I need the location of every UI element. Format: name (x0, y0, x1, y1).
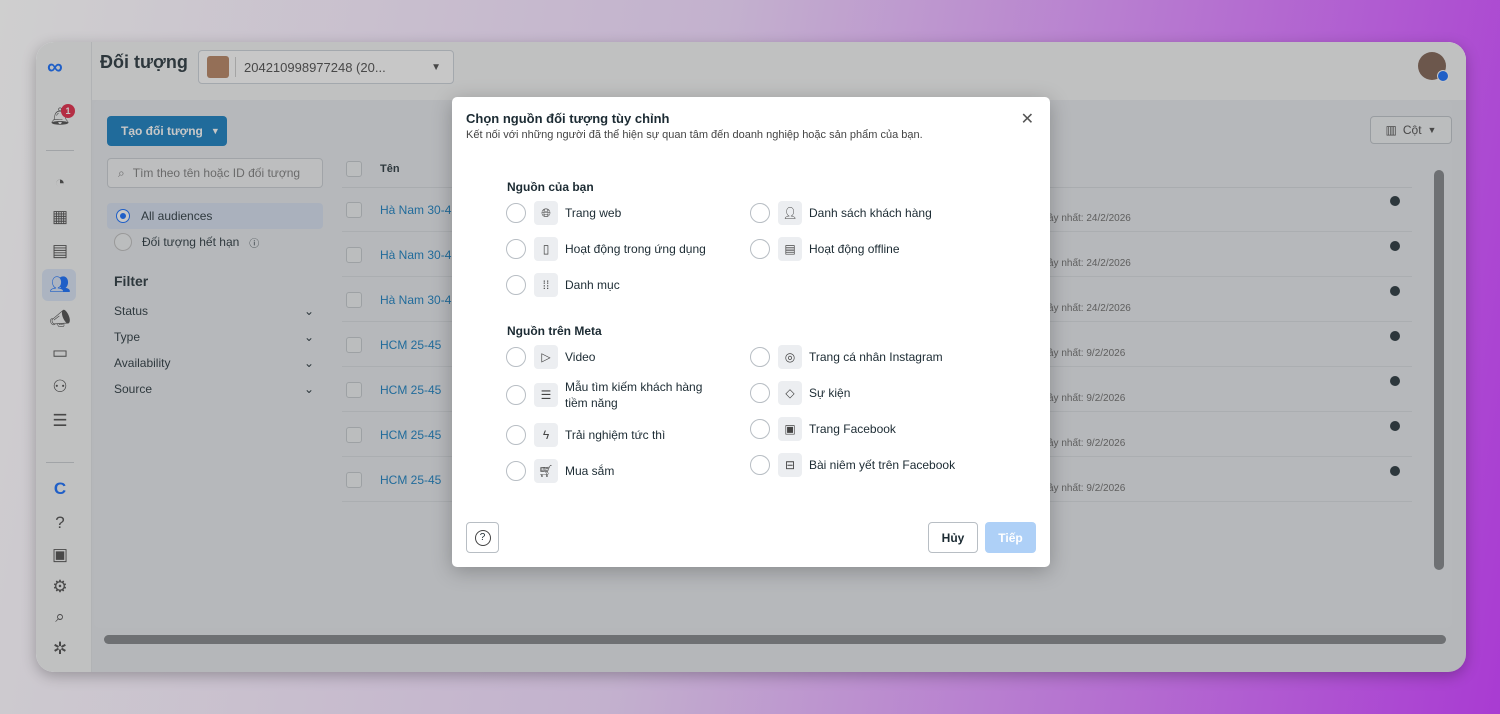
mobile-app-icon: ▯ (534, 237, 558, 261)
option-label: Hoạt động offline (809, 242, 900, 256)
radio-button[interactable] (750, 239, 770, 259)
source-option-shopping[interactable]: 🛒︎ Mua sắm (506, 459, 614, 483)
marketplace-icon: ⊟ (778, 453, 802, 477)
source-option-offline-activity[interactable]: ▤ Hoạt động offline (750, 237, 900, 261)
radio-button[interactable] (506, 347, 526, 367)
source-option-lead-form[interactable]: ☰ Mẫu tìm kiếm khách hàng tiềm năng (506, 379, 715, 411)
radio-button[interactable] (506, 203, 526, 223)
store-icon: ▤ (778, 237, 802, 261)
option-label: Video (565, 350, 596, 364)
play-icon: ▷ (534, 345, 558, 369)
help-button[interactable]: ? (466, 522, 499, 553)
source-option-catalog[interactable]: ⁞⁞ Danh mục (506, 273, 620, 297)
source-option-events[interactable]: ◇ Sự kiện (750, 381, 850, 405)
facebook-page-icon: ▣ (778, 417, 802, 441)
section-meta-sources: Nguồn trên Meta (507, 324, 602, 338)
source-option-marketplace-listing[interactable]: ⊟ Bài niêm yết trên Facebook (750, 453, 955, 477)
source-option-instant-experience[interactable]: ϟ Trải nghiệm tức thì (506, 423, 665, 447)
cart-icon: 🛒︎ (534, 459, 558, 483)
option-label: Danh mục (565, 278, 620, 292)
radio-button[interactable] (506, 239, 526, 259)
source-option-website[interactable]: 🌐︎ Trang web (506, 201, 621, 225)
dialog-title: Chọn nguồn đối tượng tùy chỉnh (466, 111, 670, 126)
lead-form-icon: ☰ (534, 383, 558, 407)
radio-button[interactable] (750, 383, 770, 403)
radio-button[interactable] (750, 455, 770, 475)
instagram-icon: ◎ (778, 345, 802, 369)
radio-button[interactable] (506, 425, 526, 445)
close-icon[interactable]: ✕ (1021, 109, 1034, 129)
radio-button[interactable] (750, 419, 770, 439)
event-tag-icon: ◇ (778, 381, 802, 405)
radio-button[interactable] (506, 275, 526, 295)
radio-button[interactable] (750, 347, 770, 367)
radio-button[interactable] (750, 203, 770, 223)
option-label: Hoạt động trong ứng dụng (565, 242, 706, 256)
dialog-subtitle: Kết nối với những người đã thể hiện sự q… (466, 129, 923, 141)
source-option-app-activity[interactable]: ▯ Hoạt động trong ứng dụng (506, 237, 706, 261)
option-label: Danh sách khách hàng (809, 206, 932, 220)
option-label: Sự kiện (809, 386, 851, 400)
cancel-button[interactable]: Hủy (928, 522, 978, 553)
catalog-icon: ⁞⁞ (534, 273, 558, 297)
custom-audience-source-dialog: Chọn nguồn đối tượng tùy chỉnh Kết nối v… (452, 97, 1050, 567)
next-button[interactable]: Tiếp (985, 522, 1036, 553)
radio-button[interactable] (506, 385, 526, 405)
help-question-icon: ? (474, 529, 491, 546)
source-option-video[interactable]: ▷ Video (506, 345, 595, 369)
globe-icon: 🌐︎ (534, 201, 558, 225)
option-label: Trải nghiệm tức thì (565, 428, 666, 442)
option-label: Trang cá nhân Instagram (809, 350, 943, 364)
section-your-sources: Nguồn của bạn (507, 180, 594, 194)
lightning-icon: ϟ (534, 423, 558, 447)
source-option-customer-list[interactable]: 👤︎ Danh sách khách hàng (750, 201, 932, 225)
option-label: Trang web (565, 206, 622, 220)
option-label: Mẫu tìm kiếm khách hàng tiềm năng (565, 380, 703, 410)
option-label: Bài niêm yết trên Facebook (809, 458, 956, 472)
source-option-facebook-page[interactable]: ▣ Trang Facebook (750, 417, 896, 441)
option-label: Trang Facebook (809, 422, 896, 436)
option-label: Mua sắm (565, 464, 615, 478)
radio-button[interactable] (506, 461, 526, 481)
source-option-instagram[interactable]: ◎ Trang cá nhân Instagram (750, 345, 943, 369)
customer-list-icon: 👤︎ (778, 201, 802, 225)
